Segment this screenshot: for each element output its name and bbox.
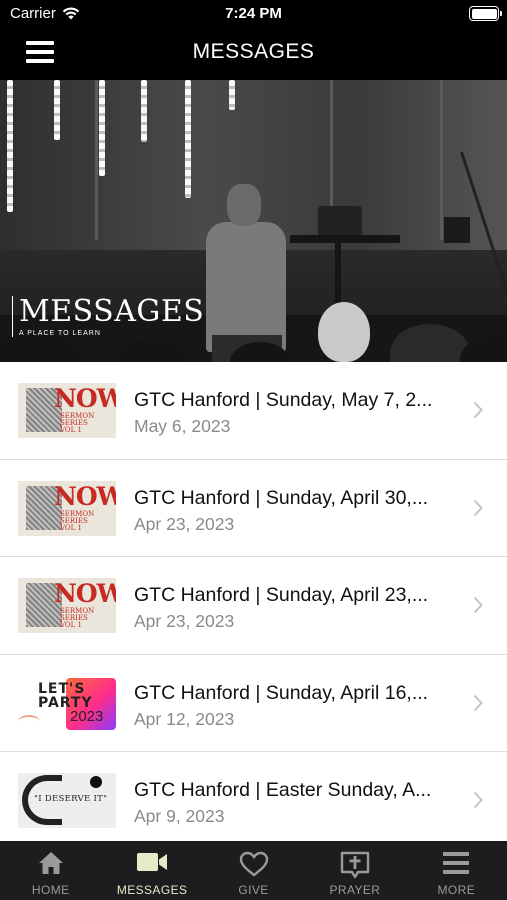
tab-bar: HOME MESSAGES GIVE PRAYER MORE — [0, 841, 507, 900]
message-title: GTC Hanford | Sunday, April 23,... — [134, 584, 429, 607]
list-item[interactable]: NOW SERMON SERIES VOL 1 GTC Hanford | Sun… — [0, 557, 507, 655]
message-date: Apr 9, 2023 — [134, 806, 225, 827]
list-item[interactable]: NOW SERMON SERIES VOL 1 GTC Hanford | Sun… — [0, 460, 507, 558]
status-time: 7:24 PM — [225, 5, 282, 22]
message-date: May 6, 2023 — [134, 416, 231, 436]
list-item[interactable]: "I DESERVE IT" GTC Hanford | Easter Sund… — [0, 752, 507, 850]
sermon-thumbnail: "I DESERVE IT" — [18, 773, 116, 829]
message-title: GTC Hanford | Sunday, May 7, 2... — [134, 389, 433, 411]
hero-banner: MESSAGES A PLACE TO LEARN — [0, 80, 507, 362]
message-list: NOW SERMON SERIES VOL 1 GTC Hanford | Sun… — [0, 362, 507, 850]
more-menu-icon — [443, 852, 470, 874]
brand-subtitle: A PLACE TO LEARN — [19, 330, 101, 337]
brand-title: MESSAGES — [19, 294, 205, 329]
chevron-right-icon — [473, 499, 483, 516]
sermon-thumbnail: NOW SERMON SERIES VOL 1 — [18, 480, 116, 536]
tab-label: PRAYER — [329, 883, 381, 897]
thumbnail-series-subtitle: SERMON SERIES VOL 1 — [60, 509, 95, 532]
thumbnail-series-title: LET'S PARTY — [38, 680, 93, 711]
thumbnail-series-subtitle: SERMON SERIES VOL 1 — [60, 412, 95, 434]
thumbnail-series-subtitle: SERMON SERIES VOL 1 — [60, 607, 95, 630]
prayer-icon — [340, 851, 370, 879]
battery-icon — [469, 6, 502, 21]
thumbnail-series-title: "I DESERVE IT" — [34, 794, 108, 805]
sermon-thumbnail: NOW SERMON SERIES VOL 1 — [18, 383, 116, 438]
message-title: GTC Hanford | Easter Sunday, A... — [134, 779, 432, 802]
thumbnail-year: 2023 — [70, 707, 104, 725]
thumbnail-series-title: NOW — [54, 579, 116, 609]
tab-label: MORE — [437, 883, 476, 897]
messages-brand-logo: MESSAGES A PLACE TO LEARN — [12, 296, 204, 337]
page-title: MESSAGES — [192, 40, 315, 63]
tab-home[interactable]: HOME — [0, 841, 101, 900]
tab-label: MESSAGES — [116, 883, 188, 897]
sermon-thumbnail: NOW SERMON SERIES VOL 1 — [18, 578, 116, 634]
message-title: GTC Hanford | Sunday, April 30,... — [134, 486, 429, 509]
message-date: Apr 12, 2023 — [134, 708, 235, 729]
tab-label: HOME — [31, 883, 70, 897]
video-camera-icon — [137, 853, 168, 871]
chevron-right-icon — [473, 792, 483, 809]
sermon-thumbnail: LET'S PARTY 2023 — [18, 675, 116, 731]
navigation-bar: MESSAGES — [0, 28, 507, 80]
tab-give[interactable]: GIVE — [203, 841, 304, 900]
tab-messages[interactable]: MESSAGES — [101, 841, 202, 900]
tab-prayer[interactable]: PRAYER — [304, 841, 405, 900]
chevron-right-icon — [473, 694, 483, 711]
tab-more[interactable]: MORE — [406, 841, 507, 900]
list-item[interactable]: LET'S PARTY 2023 GTC Hanford | Sunday, Ap… — [0, 655, 507, 753]
status-bar: Carrier 7:24 PM — [0, 0, 507, 28]
list-item[interactable]: NOW SERMON SERIES VOL 1 GTC Hanford | Sun… — [0, 362, 507, 460]
home-icon — [38, 852, 63, 874]
chevron-right-icon — [473, 597, 483, 614]
chevron-right-icon — [473, 401, 483, 419]
thumbnail-series-title: NOW — [54, 481, 116, 511]
message-date: Apr 23, 2023 — [134, 513, 235, 534]
message-date: Apr 23, 2023 — [134, 611, 235, 632]
thumbnail-series-title: NOW — [54, 384, 116, 413]
tab-label: GIVE — [238, 883, 269, 897]
heart-icon — [239, 851, 268, 877]
message-title: GTC Hanford | Sunday, April 16,... — [134, 681, 429, 704]
